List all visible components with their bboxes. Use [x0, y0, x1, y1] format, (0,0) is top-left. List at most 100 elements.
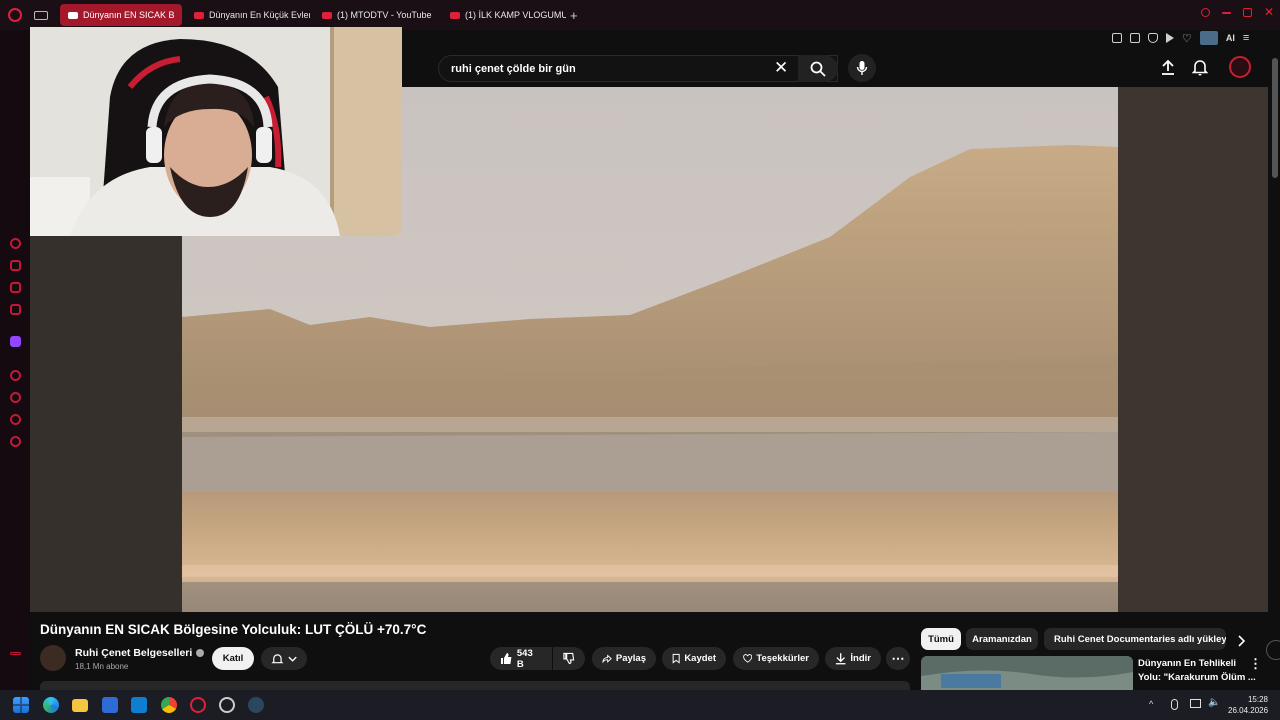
chip-from-search[interactable]: Aramanızdan [966, 628, 1038, 650]
twitch-icon[interactable] [10, 336, 21, 347]
dislike-button[interactable] [553, 647, 585, 670]
play-icon[interactable] [1166, 33, 1174, 43]
chevron-right-icon [1238, 635, 1246, 647]
upload-button[interactable] [1160, 59, 1176, 81]
app-icon[interactable] [219, 697, 235, 713]
pin-icon[interactable] [1112, 33, 1122, 43]
chip-all[interactable]: Tümü [921, 628, 961, 650]
window-controls: ✕ [1200, 6, 1274, 18]
steam-icon[interactable] [248, 697, 264, 713]
more-icon: ⋯ [891, 650, 905, 666]
mic-tray-icon[interactable] [1171, 699, 1178, 710]
notifications-button[interactable] [1191, 58, 1209, 81]
webcam-image [30, 27, 402, 236]
restore-icon[interactable] [1242, 8, 1252, 17]
ai-button[interactable]: AI [1226, 33, 1235, 43]
mic-button[interactable] [848, 54, 876, 82]
download-button[interactable]: İndir [825, 647, 881, 670]
sidebar-app-icon[interactable] [10, 304, 21, 315]
search-icon [810, 61, 826, 77]
subscriber-count: 18,1 Mn abone [75, 662, 129, 671]
join-button[interactable]: Katıl [212, 647, 254, 670]
channel-name-row[interactable]: Ruhi Çenet Belgeselleri [75, 647, 205, 659]
scrollbar[interactable] [1272, 58, 1278, 178]
mic-icon [856, 61, 868, 75]
sidebar-app-icon[interactable] [10, 414, 21, 425]
youtube-icon [194, 11, 204, 19]
subscribed-button[interactable] [261, 647, 307, 670]
sidebar-app-icon[interactable] [10, 392, 21, 403]
upload-icon [1162, 59, 1174, 75]
screenshot-icon[interactable] [1130, 33, 1140, 43]
browser-toolbar: ♡ AI ≡ [1112, 31, 1249, 45]
recommended-thumbnail-image [921, 656, 1133, 690]
tab-1[interactable]: Dünyanın EN SICAK B [60, 4, 182, 26]
share-icon [602, 653, 612, 663]
search-button[interactable] [798, 55, 838, 82]
recommended-title[interactable]: Dünyanın En Tehlikeli Yolu: "Karakurum Ö… [1138, 657, 1256, 685]
sidebar-app-icon[interactable] [10, 370, 21, 381]
webcam-overlay [30, 27, 402, 236]
thumbs-down-icon [563, 652, 575, 665]
edge-icon[interactable] [43, 697, 59, 713]
tab-4[interactable]: (1) İLK KAMP VLOGUMUZ [442, 4, 566, 26]
bell-icon [1191, 60, 1209, 76]
thanks-button[interactable]: Teşekkürler [733, 647, 819, 670]
youtube-icon [450, 11, 460, 19]
close-window-icon[interactable]: ✕ [1264, 6, 1274, 18]
minimize-icon[interactable] [1221, 12, 1231, 14]
avatar[interactable] [1199, 31, 1218, 45]
more-vert-icon[interactable]: ⋮ [1249, 656, 1262, 672]
opera-gx-icon[interactable] [190, 697, 206, 713]
like-count: 543 B [516, 647, 533, 670]
browser-sidebar [0, 30, 30, 690]
outlook-icon[interactable] [102, 697, 118, 713]
channel-name[interactable]: Ruhi Çenet Belgeselleri [75, 647, 192, 659]
sidebar-app-icon[interactable] [10, 282, 21, 293]
file-explorer-icon[interactable] [72, 699, 88, 712]
chip-uploader[interactable]: Ruhi Cenet Documentaries adlı yükleyicid [1044, 628, 1226, 650]
youtube-icon [322, 11, 332, 19]
close-icon[interactable]: ✕ [774, 58, 788, 78]
tab-2[interactable]: Dünyanın En Küçük Evleri [186, 4, 310, 26]
sidebar-more-icon[interactable] [10, 652, 21, 655]
share-button[interactable]: Paylaş [592, 647, 656, 670]
clock[interactable]: 15:28 26.04.2026 [1228, 694, 1268, 716]
download-icon [835, 653, 846, 665]
bell-icon [271, 653, 284, 663]
like-button[interactable]: 543 B [490, 647, 552, 670]
thanks-icon [743, 654, 753, 663]
sidebar-app-icon[interactable] [10, 260, 21, 271]
thumbs-up-icon [500, 653, 512, 664]
tray-chevron-icon[interactable]: ^ [1149, 699, 1153, 709]
verified-icon [196, 649, 205, 657]
chevron-down-icon [288, 656, 297, 662]
store-icon[interactable] [131, 697, 147, 713]
save-button[interactable]: Kaydet [662, 647, 726, 670]
bookmark-icon [672, 653, 680, 664]
account-avatar[interactable] [1229, 56, 1251, 78]
more-actions-button[interactable]: ⋯ [886, 647, 910, 670]
browser-logo-icon[interactable] [0, 0, 30, 30]
volume-icon[interactable]: 🔈 [1208, 697, 1220, 708]
youtube-icon [68, 11, 78, 19]
video-title: Dünyanın EN SICAK Bölgesine Yolculuk: LU… [40, 622, 427, 637]
heart-icon[interactable]: ♡ [1182, 32, 1192, 45]
network-icon[interactable] [1190, 699, 1201, 708]
new-tab-button[interactable]: + [570, 8, 578, 23]
menu-icon[interactable]: ≡ [1243, 32, 1249, 44]
chips-next-button[interactable] [1236, 634, 1246, 652]
browser-tab-bar: Dünyanın EN SICAK B Dünyanın En Küçük Ev… [0, 0, 1280, 30]
time: 15:28 [1247, 695, 1268, 704]
shield-icon[interactable] [1148, 33, 1158, 43]
chrome-icon[interactable] [161, 697, 177, 713]
side-panel-toggle[interactable] [1266, 640, 1280, 660]
channel-avatar[interactable] [40, 645, 66, 671]
tab-view-icon[interactable] [34, 10, 48, 20]
sidebar-app-icon[interactable] [10, 436, 21, 447]
recommended-thumbnail[interactable] [921, 656, 1133, 690]
description-box[interactable] [40, 681, 910, 690]
tab-3[interactable]: (1) MTODTV - YouTube [314, 4, 438, 26]
search-window-icon[interactable] [1200, 8, 1210, 17]
sidebar-app-icon[interactable] [10, 238, 21, 249]
